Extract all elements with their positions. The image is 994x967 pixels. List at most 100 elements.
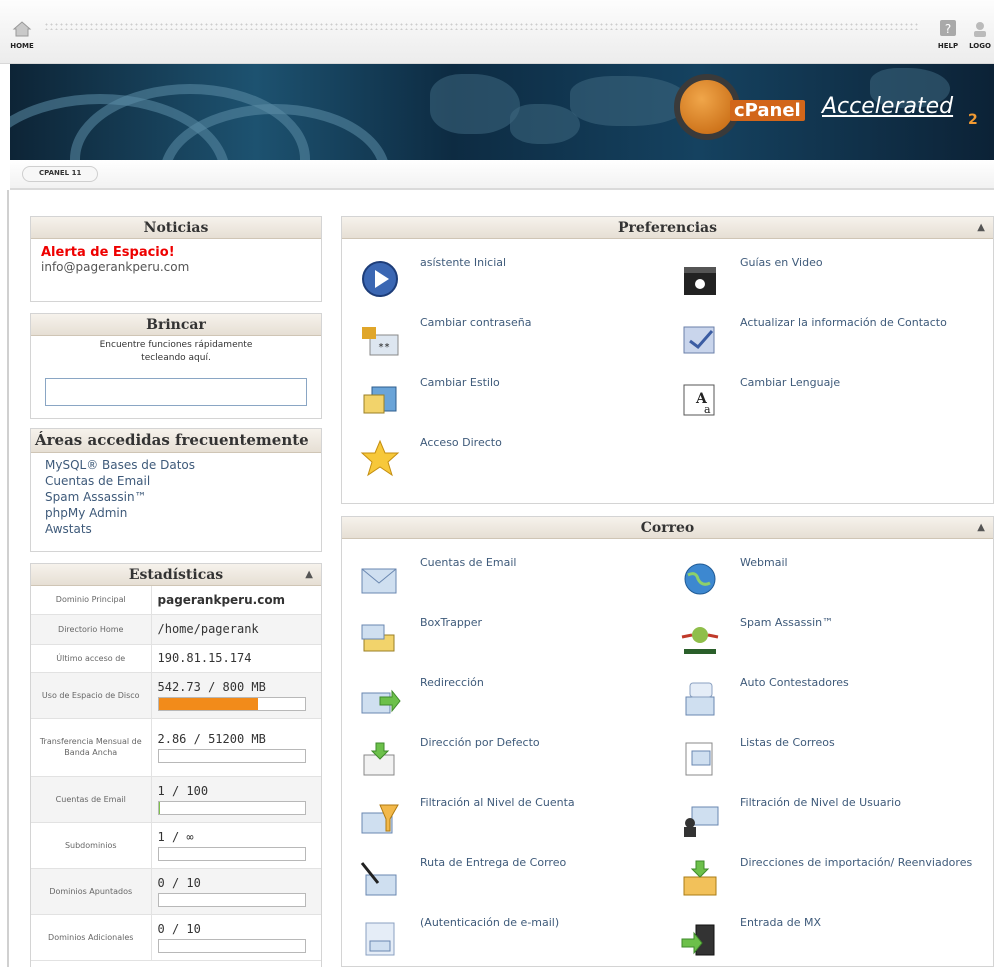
stats-value: 0 / 10 [157, 875, 201, 890]
stats-value: pagerankperu.com [151, 586, 321, 615]
mail-header: Correo ▲ [342, 517, 993, 539]
language-icon: Aa [683, 384, 715, 416]
logo-text: cPanel [730, 100, 805, 121]
help-icon: ? [940, 20, 956, 36]
stats-label: Cuentas de Email [31, 776, 152, 823]
style-icon [363, 386, 397, 414]
jump-title: Brincar [31, 314, 321, 336]
stats-label: Subdominios [31, 822, 152, 869]
mail-item-email-routing[interactable]: Ruta de Entrega de Correo [358, 853, 658, 909]
stats-value: 190.81.15.174 [151, 644, 321, 673]
pref-item-getting-started[interactable]: asístente Inicial [358, 253, 658, 309]
breadcrumb-bar: CPANEL 11 [10, 160, 994, 190]
mail-item-webmail[interactable]: Webmail [678, 553, 978, 609]
mail-title: Correo [640, 520, 695, 536]
disk-usage-bar [157, 696, 306, 711]
frequent-list: MySQL® Bases de Datos Cuentas de Email S… [31, 453, 321, 541]
play-icon [362, 261, 398, 297]
stats-value-cell: 542.73 / 800 MB [151, 672, 321, 719]
logout-label: LOGO [969, 42, 991, 50]
tab-cpanel[interactable]: CPANEL 11 [22, 166, 99, 182]
mail-item-mx-entry[interactable]: Entrada de MX [678, 913, 978, 967]
stats-label: Transferencia Mensual de Banda Ancha [31, 718, 152, 777]
stats-value-cell: 0 / 10 [151, 914, 321, 961]
boxtrapper-icon [361, 624, 395, 652]
stats-row-last-access: Último acceso de 190.81.15.174 [31, 644, 321, 673]
frequent-link-spam-assassin[interactable]: Spam Assassin™ [45, 489, 307, 505]
pref-item-update-contact[interactable]: Actualizar la información de Contacto [678, 313, 978, 369]
home-label: HOME [10, 42, 34, 50]
stats-row-parked: Dominios Apuntados 0 / 10 [31, 868, 321, 915]
pref-item-change-style[interactable]: Cambiar Estilo [358, 373, 658, 429]
filter-icon [361, 804, 399, 834]
news-title: Noticias [31, 217, 321, 239]
item-label: Filtración al Nivel de Cuenta [420, 796, 575, 809]
addon-usage-bar [157, 938, 306, 953]
pref-item-shortcuts[interactable]: Acceso Directo [358, 433, 658, 489]
forward-mail-icon [361, 689, 401, 714]
logout-button[interactable]: LOGO [960, 18, 994, 50]
news-alert[interactable]: Alerta de Espacio! [41, 245, 311, 260]
item-label: Actualizar la información de Contacto [740, 316, 947, 329]
stats-row-email-accounts: Cuentas de Email 1 / 100 [31, 776, 321, 823]
mail-item-account-filtering[interactable]: Filtración al Nivel de Cuenta [358, 793, 658, 849]
item-label: Acceso Directo [420, 436, 502, 449]
mail-item-user-filtering[interactable]: Filtración de Nivel de Usuario [678, 793, 978, 849]
mail-item-email-accounts[interactable]: Cuentas de Email [358, 553, 658, 609]
logout-icon [974, 22, 986, 37]
mail-item-default-address[interactable]: Dirección por Defecto [358, 733, 658, 789]
mailing-list-icon [685, 742, 713, 776]
pref-item-change-password[interactable]: ** Cambiar contraseña [358, 313, 658, 369]
default-address-icon [363, 742, 395, 776]
pref-item-change-language[interactable]: Aa Cambiar Lenguaje [678, 373, 978, 429]
home-button[interactable]: HOME [2, 18, 42, 50]
item-label: Ruta de Entrega de Correo [420, 856, 567, 869]
stats-label: Último acceso de [31, 644, 152, 673]
mail-item-forwarders[interactable]: Redirección [358, 673, 658, 729]
jump-panel: Brincar Encuentre funciones rápidamente … [30, 313, 322, 419]
video-camera-icon [684, 267, 716, 295]
collapse-arrow-icon[interactable]: ▲ [977, 217, 985, 239]
jump-description-line1: Encuentre funciones rápidamente [99, 340, 253, 350]
item-label: Direcciones de importación/ Reenviadores [740, 856, 973, 869]
stats-value: 0 / 10 [157, 921, 201, 936]
subdomains-usage-bar [157, 846, 306, 861]
usage-bar-fill [158, 801, 160, 814]
collapse-arrow-icon[interactable]: ▲ [977, 517, 985, 539]
frequent-link-phpmyadmin[interactable]: phpMy Admin [45, 505, 307, 521]
mail-item-import-addresses[interactable]: Direcciones de importación/ Reenviadores [678, 853, 978, 909]
stats-value: 1 / ∞ [157, 829, 194, 844]
preferences-title: Preferencias [618, 220, 717, 236]
logo-accelerated: Accelerated [822, 94, 954, 119]
stats-title: Estadísticas [128, 567, 224, 583]
stats-table: Dominio Principal pagerankperu.com Direc… [31, 586, 321, 961]
envelope-icon [361, 568, 397, 594]
stats-panel: Estadísticas ▲ Dominio Principal pageran… [30, 563, 322, 967]
frequent-link-awstats[interactable]: Awstats [45, 521, 307, 537]
email-usage-bar [157, 800, 306, 815]
frequent-title: Áreas accedidas frecuentemente [31, 429, 321, 453]
item-label: Cambiar contraseña [420, 316, 532, 329]
frequent-link-mysql[interactable]: MySQL® Bases de Datos [45, 457, 307, 473]
mail-item-mailing-lists[interactable]: Listas de Correos [678, 733, 978, 789]
stats-label: Directorio Home [31, 614, 152, 645]
stats-value-cell: 2.86 / 51200 MB [151, 718, 321, 777]
jump-search-input[interactable] [45, 378, 307, 406]
contact-card-icon [683, 326, 715, 354]
mail-item-email-authentication[interactable]: (Autenticación de e-mail) [358, 913, 658, 967]
stats-row-subdomains: Subdominios 1 / ∞ [31, 822, 321, 869]
jump-description: Encuentre funciones rápidamente tecleand… [31, 339, 321, 365]
item-label: Filtración de Nivel de Usuario [740, 796, 901, 809]
frequent-link-email-accounts[interactable]: Cuentas de Email [45, 473, 307, 489]
mail-item-autoresponders[interactable]: Auto Contestadores [678, 673, 978, 729]
authentication-icon [365, 922, 395, 956]
bandwidth-usage-bar [157, 748, 306, 763]
pref-item-video-tutorials[interactable]: Guías en Video [678, 253, 978, 309]
jump-description-line2: tecleando aquí. [141, 353, 211, 363]
mail-item-spam-assassin[interactable]: Spam Assassin™ [678, 613, 978, 669]
import-icon [683, 860, 717, 896]
stats-value: /home/pagerank [151, 614, 321, 645]
collapse-arrow-icon[interactable]: ▲ [305, 564, 313, 586]
stats-value: 2.86 / 51200 MB [157, 731, 266, 746]
mail-item-boxtrapper[interactable]: BoxTrapper [358, 613, 658, 669]
